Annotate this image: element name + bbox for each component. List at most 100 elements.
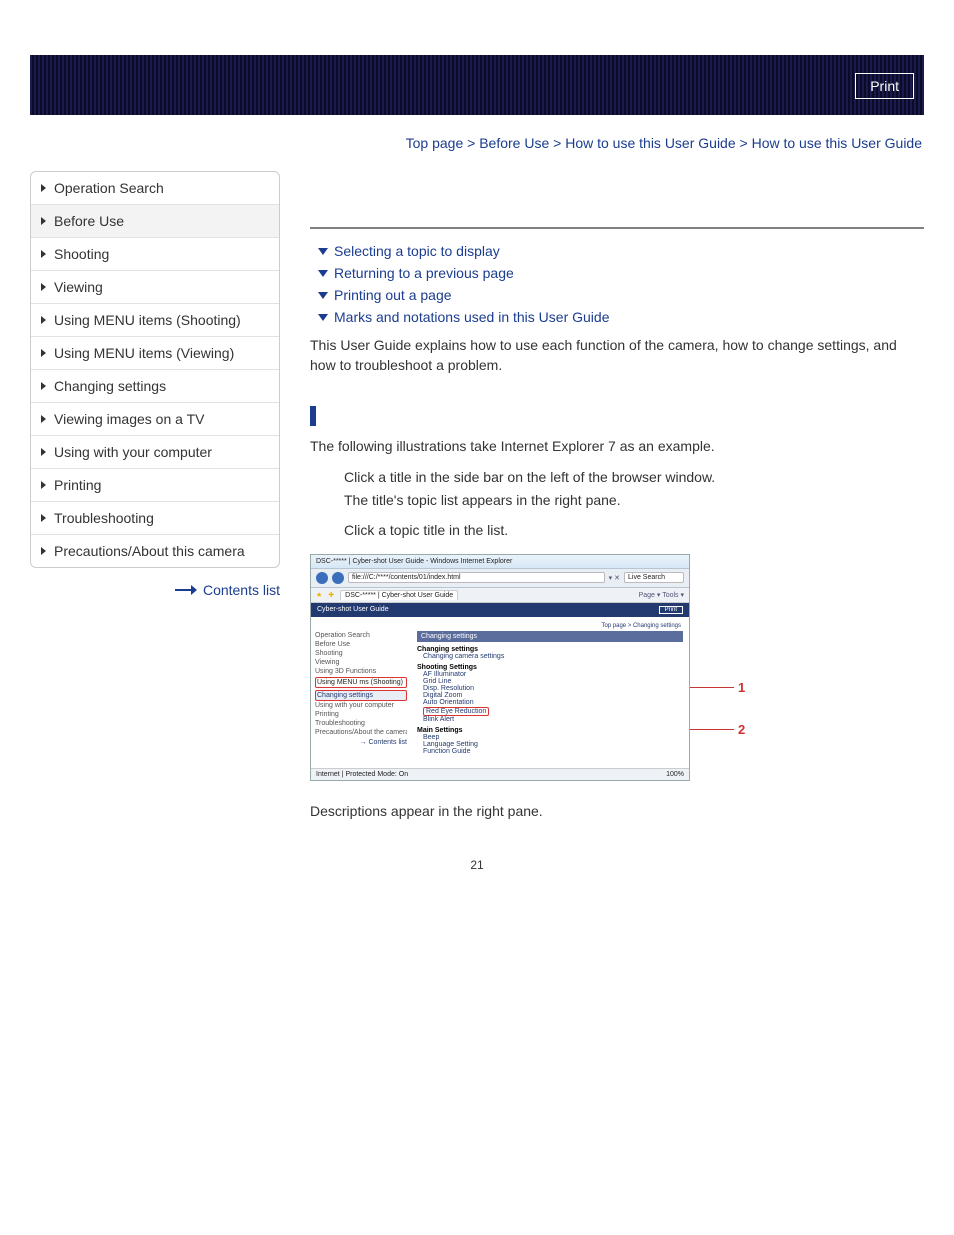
ie-inner-title: Cyber-shot User Guide bbox=[317, 606, 389, 613]
illustration: DSC-***** | Cyber-shot User Guide - Wind… bbox=[310, 554, 924, 781]
ie-side-item: Using 3D Functions bbox=[315, 667, 407, 676]
ie-inner-breadcrumb: Top page > Changing settings bbox=[601, 623, 681, 629]
caret-right-icon bbox=[41, 481, 46, 489]
sidebar-item-label: Troubleshooting bbox=[54, 510, 154, 526]
ie-tab-row: ★ ✚ DSC-***** | Cyber-shot User Guide Pa… bbox=[311, 588, 689, 603]
sidebar-item-tv[interactable]: Viewing images on a TV bbox=[31, 403, 279, 436]
caret-right-icon bbox=[41, 382, 46, 390]
search-hint: ▾ ✕ bbox=[609, 574, 620, 582]
sidebar-item-shooting[interactable]: Shooting bbox=[31, 238, 279, 271]
ie-side-item: Using with your computer bbox=[315, 701, 407, 710]
anchor-link[interactable]: Selecting a topic to display bbox=[318, 243, 924, 259]
ie-side-highlight-1: Using MENU ms (Shooting) bbox=[315, 677, 407, 688]
description-text: Descriptions appear in the right pane. bbox=[310, 801, 924, 822]
anchor-label: Marks and notations used in this User Gu… bbox=[334, 309, 609, 325]
sidebar-item-label: Before Use bbox=[54, 213, 124, 229]
contents-list-label: Contents list bbox=[203, 582, 280, 598]
back-icon bbox=[316, 572, 328, 584]
favorites-icon: ★ bbox=[316, 591, 322, 599]
sidebar-column: Operation Search Before Use Shooting Vie… bbox=[30, 171, 280, 598]
sidebar-item-label: Using MENU items (Shooting) bbox=[54, 312, 241, 328]
caret-right-icon bbox=[41, 514, 46, 522]
ie-side-item: Troubleshooting bbox=[315, 719, 407, 728]
forward-icon bbox=[332, 572, 344, 584]
ie-side-item: Shooting bbox=[315, 649, 407, 658]
sidebar-item-label: Changing settings bbox=[54, 378, 166, 394]
caret-right-icon bbox=[41, 448, 46, 456]
ie-address-bar: file:///C:/****/contents/01/index.html ▾… bbox=[311, 569, 689, 588]
callout-number: 2 bbox=[738, 722, 745, 737]
breadcrumb-link[interactable]: Before Use bbox=[479, 135, 549, 151]
callout-number: 1 bbox=[738, 680, 745, 695]
ie-link: AF Illuminator bbox=[423, 671, 683, 678]
anchor-label: Returning to a previous page bbox=[334, 265, 514, 281]
ie-link: Language Setting bbox=[423, 741, 683, 748]
ie-side-label: Using MENU bbox=[317, 679, 357, 686]
sidebar-item-computer[interactable]: Using with your computer bbox=[31, 436, 279, 469]
caret-down-icon bbox=[318, 314, 328, 321]
caret-down-icon bbox=[318, 270, 328, 277]
ie-status-left: Internet | Protected Mode: On bbox=[316, 771, 408, 778]
ie-side-item: Precautions/About the camera bbox=[315, 728, 407, 737]
sidebar-item-label: Using MENU items (Viewing) bbox=[54, 345, 234, 361]
ie-inner-sidebar: Operation Search Before Use Shooting Vie… bbox=[311, 603, 411, 768]
ie-link: Auto Orientation bbox=[423, 699, 683, 706]
ie-side-contents-list: → Contents list bbox=[315, 739, 407, 746]
sidebar-item-changing-settings[interactable]: Changing settings bbox=[31, 370, 279, 403]
sidebar-item-label: Viewing images on a TV bbox=[54, 411, 204, 427]
page-number: 21 bbox=[0, 858, 954, 872]
breadcrumb-link[interactable]: Top page bbox=[406, 135, 464, 151]
ie-inner-header: Cyber-shot User Guide Print bbox=[311, 603, 689, 617]
step-text: The title's topic list appears in the ri… bbox=[344, 490, 924, 512]
header-banner: Print bbox=[30, 55, 924, 115]
sidebar-item-printing[interactable]: Printing bbox=[31, 469, 279, 502]
ie-toolbar: Page ▾ Tools ▾ bbox=[639, 591, 684, 599]
sidebar-item-label: Shooting bbox=[54, 246, 109, 262]
caret-right-icon bbox=[41, 415, 46, 423]
main-content: Selecting a topic to display Returning t… bbox=[310, 171, 924, 832]
ie-side-item: Viewing bbox=[315, 658, 407, 667]
sidebar-item-menu-viewing[interactable]: Using MENU items (Viewing) bbox=[31, 337, 279, 370]
page-anchor-links: Selecting a topic to display Returning t… bbox=[318, 243, 924, 325]
ie-link: Disp. Resolution bbox=[423, 685, 683, 692]
sidebar-item-label: Using with your computer bbox=[54, 444, 212, 460]
sidebar-item-operation-search[interactable]: Operation Search bbox=[31, 172, 279, 205]
step-text: Click a title in the side bar on the lef… bbox=[344, 467, 924, 489]
contents-list-link[interactable]: Contents list bbox=[30, 582, 280, 598]
sidebar-item-label: Printing bbox=[54, 477, 101, 493]
anchor-link[interactable]: Marks and notations used in this User Gu… bbox=[318, 309, 924, 325]
sidebar-item-before-use[interactable]: Before Use bbox=[31, 205, 279, 238]
section-marker-icon bbox=[310, 406, 316, 426]
anchor-label: Selecting a topic to display bbox=[334, 243, 500, 259]
divider bbox=[310, 227, 924, 229]
ie-content: Cyber-shot User Guide Print Top page > C… bbox=[311, 603, 689, 768]
ie-status-right: 100% bbox=[666, 771, 684, 778]
sidebar-item-viewing[interactable]: Viewing bbox=[31, 271, 279, 304]
anchor-link[interactable]: Returning to a previous page bbox=[318, 265, 924, 281]
ie-tab: DSC-***** | Cyber-shot User Guide bbox=[340, 590, 458, 600]
callout-line-icon bbox=[690, 687, 734, 688]
ie-group-heading: Main Settings bbox=[417, 727, 683, 734]
arrow-right-icon bbox=[175, 586, 197, 594]
caret-right-icon bbox=[41, 349, 46, 357]
search-field: Live Search bbox=[624, 572, 684, 583]
caret-right-icon bbox=[41, 217, 46, 225]
ie-block-heading: Changing settings bbox=[417, 631, 683, 642]
anchor-label: Printing out a page bbox=[334, 287, 452, 303]
breadcrumb-current: How to use this User Guide bbox=[752, 135, 922, 151]
sidebar-item-menu-shooting[interactable]: Using MENU items (Shooting) bbox=[31, 304, 279, 337]
ie-group-heading: Shooting Settings bbox=[417, 664, 683, 671]
breadcrumb-link[interactable]: How to use this User Guide bbox=[565, 135, 735, 151]
step-text: Click a topic title in the list. bbox=[344, 520, 924, 542]
caret-right-icon bbox=[41, 250, 46, 258]
print-button[interactable]: Print bbox=[855, 73, 914, 99]
ie-side-item: Before Use bbox=[315, 640, 407, 649]
ie-link: Function Guide bbox=[423, 748, 683, 755]
sidebar-item-troubleshooting[interactable]: Troubleshooting bbox=[31, 502, 279, 535]
anchor-link[interactable]: Printing out a page bbox=[318, 287, 924, 303]
address-field: file:///C:/****/contents/01/index.html bbox=[348, 572, 605, 583]
ie-sub-heading: Changing settings bbox=[417, 646, 683, 653]
sidebar-item-label: Viewing bbox=[54, 279, 103, 295]
add-favorites-icon: ✚ bbox=[328, 591, 334, 599]
sidebar-item-precautions[interactable]: Precautions/About this camera bbox=[31, 535, 279, 567]
